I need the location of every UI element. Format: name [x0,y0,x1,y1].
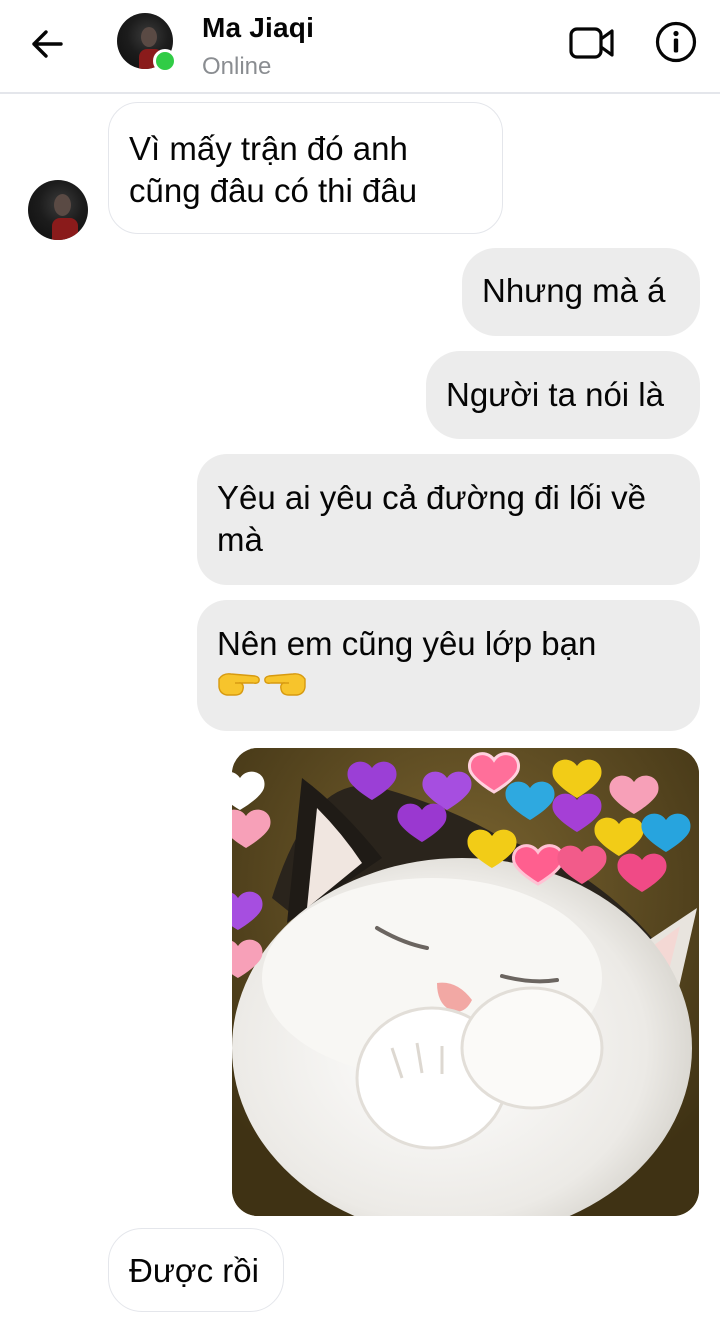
cat-sticker-image [232,748,699,1216]
pointing-left-icon [264,673,306,696]
arrow-left-icon [32,30,63,58]
info-button[interactable] [652,18,700,66]
message-bubble-outgoing[interactable]: Người ta nói là [426,351,700,439]
online-status-indicator [153,49,177,73]
info-icon [655,21,697,63]
white-cat-with-hearts-sticker[interactable] [232,748,699,1216]
message-bubble-incoming[interactable]: Được rồi [108,1228,284,1312]
message-text: Nên em cũng yêu lớp bạn [217,625,597,662]
video-camera-icon [569,27,614,59]
message-text: Được rồi [129,1252,259,1289]
video-call-button[interactable] [566,20,618,66]
contact-name[interactable]: Ma Jiaqi [202,12,314,44]
message-text: Vì mấy trận đó anh [129,130,408,167]
message-text: Yêu ai yêu cả đường đi lối về [217,479,646,516]
message-text: mà [217,521,263,558]
message-bubble-outgoing[interactable]: Nên em cũng yêu lớp bạn [197,600,700,731]
message-text: cũng đâu có thi đâu [129,172,418,209]
contact-avatar-small[interactable] [28,180,88,240]
message-bubble-incoming[interactable]: Vì mấy trận đó anh cũng đâu có thi đâu [108,102,503,234]
back-button[interactable] [22,22,72,66]
contact-status: Online [202,53,272,80]
message-bubble-outgoing[interactable]: Nhưng mà á [462,248,700,336]
message-text: Người ta nói là [446,376,664,413]
message-text: Nhưng mà á [482,272,666,309]
pointing-right-icon [218,673,260,696]
message-bubble-outgoing[interactable]: Yêu ai yêu cả đường đi lối về mà [197,454,700,585]
pointing-fingers-emoji [217,667,680,699]
chat-header: Ma Jiaqi Online [0,0,720,94]
